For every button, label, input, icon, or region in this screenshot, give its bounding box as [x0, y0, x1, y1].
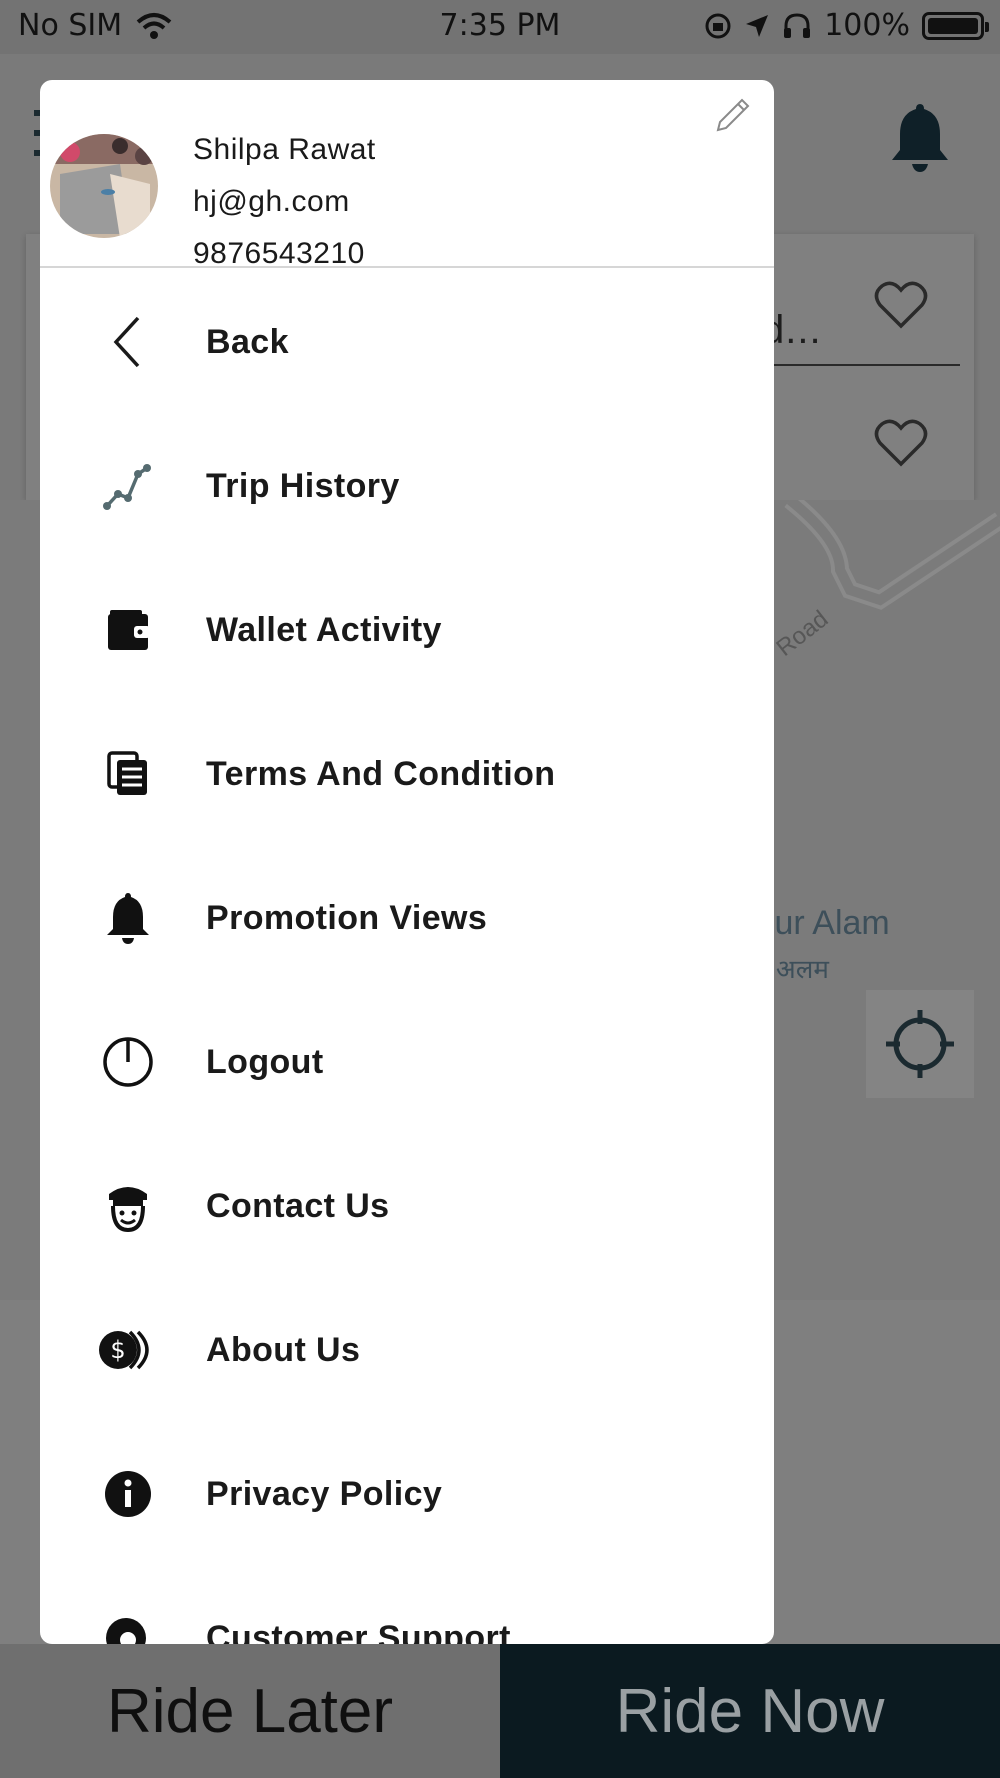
menu-item-label: Privacy Policy: [206, 1474, 443, 1513]
favorite-heart-icon[interactable]: [874, 418, 928, 468]
notification-bell-icon[interactable]: [888, 100, 952, 174]
info-icon: [105, 1471, 151, 1517]
location-arrow-icon: [746, 14, 769, 37]
edit-pencil-icon[interactable]: [712, 96, 752, 136]
menu-item-label: Wallet Activity: [206, 610, 442, 649]
driver-icon: [109, 1187, 147, 1232]
support-icon: [106, 1618, 146, 1644]
profile-name: Shilpa Rawat: [193, 133, 376, 166]
status-bar: No SIM 7:35 PM 100%: [0, 0, 1000, 54]
menu-item-wallet-activity[interactable]: Wallet Activity: [40, 558, 774, 702]
menu-item-label: Contact Us: [206, 1186, 390, 1225]
menu-item-contact-us[interactable]: Contact Us: [40, 1134, 774, 1278]
profile-header: Shilpa Rawat hj@gh.com 9876543210: [40, 80, 774, 270]
ride-later-button[interactable]: Ride Later: [0, 1644, 500, 1778]
battery-icon: [922, 11, 989, 40]
menu-item-label: Terms And Condition: [206, 754, 556, 793]
coins-icon: $: [99, 1330, 149, 1370]
navigation-drawer: Shilpa Rawat hj@gh.com 9876543210 Back T…: [40, 80, 774, 1644]
rotation-lock-icon: [705, 13, 731, 38]
menu-item-label: About Us: [206, 1330, 361, 1369]
menu-item-privacy-policy[interactable]: Privacy Policy: [40, 1422, 774, 1566]
ride-now-button[interactable]: Ride Now: [500, 1644, 1000, 1778]
menu-item-label: Back: [206, 322, 289, 361]
battery-percent: 100%: [824, 8, 910, 43]
headphones-icon: [784, 12, 811, 38]
bell-icon: [107, 893, 149, 944]
menu-item-trip-history[interactable]: Trip History: [40, 414, 774, 558]
route-icon: [103, 464, 151, 510]
avatar[interactable]: [50, 134, 158, 238]
menu-item-label: Promotion Views: [206, 898, 488, 937]
menu-item-promotion-views[interactable]: Promotion Views: [40, 846, 774, 990]
menu-item-customer-support[interactable]: Customer Support: [40, 1566, 774, 1644]
favorite-heart-icon[interactable]: [874, 280, 928, 330]
menu-item-label: Trip History: [206, 466, 400, 505]
locate-me-button[interactable]: [866, 990, 974, 1098]
menu-item-label: Customer Support: [206, 1618, 511, 1645]
menu-item-logout[interactable]: Logout: [40, 990, 774, 1134]
menu-item-terms[interactable]: Terms And Condition: [40, 702, 774, 846]
crosshair-icon: [886, 1010, 954, 1078]
svg-text:$: $: [110, 1336, 125, 1364]
drawer-menu: Back Trip History Wallet Activity Terms …: [40, 270, 774, 1644]
power-icon: [103, 1037, 153, 1087]
profile-email: hj@gh.com: [193, 185, 350, 218]
avatar-image: [50, 134, 158, 238]
wallet-icon: [108, 610, 150, 650]
menu-item-label: Logout: [206, 1042, 324, 1081]
menu-item-back[interactable]: Back: [40, 270, 774, 414]
chevron-left-icon: [113, 316, 140, 368]
document-icon: [107, 751, 147, 795]
menu-item-about-us[interactable]: $ About Us: [40, 1278, 774, 1422]
